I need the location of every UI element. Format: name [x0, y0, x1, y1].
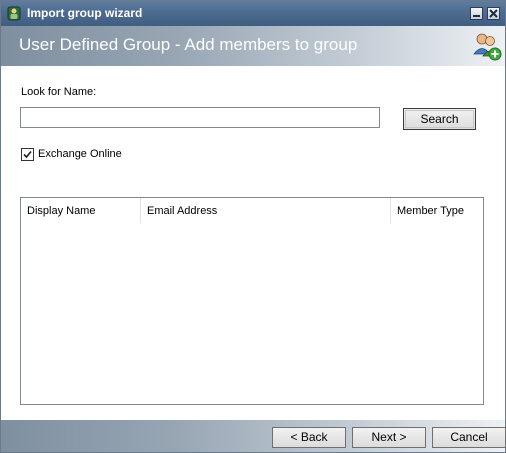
close-button[interactable]: [487, 7, 500, 20]
look-for-name-label: Look for Name:: [21, 86, 97, 98]
banner-title: User Defined Group - Add members to grou…: [19, 35, 358, 54]
column-header-email-address[interactable]: Email Address: [141, 198, 391, 223]
window-title: Import group wizard: [27, 6, 143, 20]
column-header-display-name[interactable]: Display Name: [21, 198, 141, 223]
back-button[interactable]: < Back: [272, 427, 346, 448]
users-add-icon: [473, 33, 502, 61]
search-button-label: Search: [405, 110, 474, 128]
minimize-button[interactable]: [470, 7, 483, 20]
column-header-member-type[interactable]: Member Type: [391, 198, 483, 223]
title-bar[interactable]: Import group wizard: [1, 1, 505, 26]
wizard-banner: User Defined Group - Add members to grou…: [1, 26, 505, 66]
exchange-online-checkbox[interactable]: [21, 148, 34, 161]
wizard-app-icon: [7, 6, 21, 21]
wizard-footer: [1, 420, 505, 452]
members-grid[interactable]: Display Name Email Address Member Type: [20, 197, 484, 405]
close-icon: [489, 9, 498, 18]
look-for-name-input[interactable]: [20, 107, 380, 128]
grid-header: Display Name Email Address Member Type: [21, 198, 483, 223]
wizard-window: Import group wizard User Defined Group -…: [0, 0, 506, 453]
next-button[interactable]: Next >: [352, 427, 426, 448]
exchange-online-label[interactable]: Exchange Online: [38, 148, 122, 160]
search-button[interactable]: Search: [403, 108, 476, 130]
cancel-button[interactable]: Cancel: [432, 427, 506, 448]
minimize-icon: [473, 15, 480, 17]
checkmark-icon: [23, 150, 32, 159]
